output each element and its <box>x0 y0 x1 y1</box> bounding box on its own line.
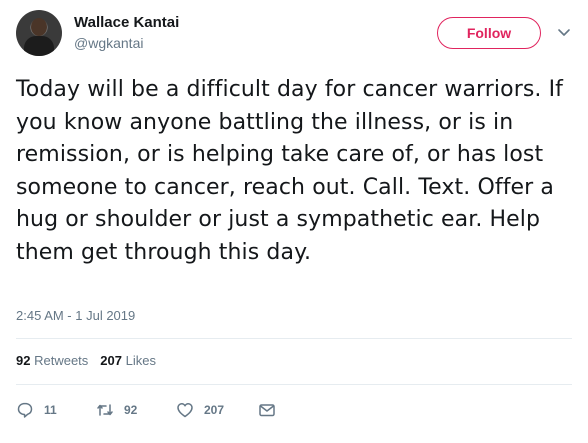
direct-message-button[interactable] <box>258 399 286 421</box>
tweet-stats: 92 Retweets 207 Likes <box>16 353 156 368</box>
reply-icon <box>17 402 33 418</box>
retweets-stat-label: Retweets <box>34 353 89 368</box>
retweet-icon <box>97 404 113 416</box>
tweet-text: Today will be a difficult day for cancer… <box>16 77 564 265</box>
likes-stat-count: 207 <box>100 353 122 368</box>
like-count: 207 <box>204 403 225 417</box>
reply-button[interactable]: 11 <box>16 399 57 421</box>
likes-stat[interactable]: 207 Likes <box>100 353 156 368</box>
author-name[interactable]: Wallace Kantai <box>74 14 179 31</box>
retweet-count: 92 <box>124 403 138 417</box>
likes-stat-label: Likes <box>125 353 156 368</box>
divider <box>16 384 572 385</box>
chevron-down-icon[interactable] <box>556 24 572 40</box>
retweets-stat-count: 92 <box>16 353 31 368</box>
follow-button[interactable]: Follow <box>437 17 541 49</box>
tweet-header: Wallace Kantai @wgkantai Follow <box>16 10 572 56</box>
retweets-stat[interactable]: 92 Retweets <box>16 353 88 368</box>
avatar[interactable] <box>16 10 62 56</box>
divider <box>16 338 572 339</box>
envelope-icon <box>259 404 275 417</box>
reply-count: 11 <box>44 403 57 417</box>
avatar-face <box>31 18 47 36</box>
author-handle[interactable]: @wgkantai <box>74 35 143 51</box>
heart-icon <box>177 403 193 418</box>
like-button[interactable]: 207 <box>176 399 224 421</box>
tweet-timestamp[interactable]: 2:45 AM - 1 Jul 2019 <box>16 308 135 323</box>
retweet-button[interactable]: 92 <box>96 399 137 421</box>
